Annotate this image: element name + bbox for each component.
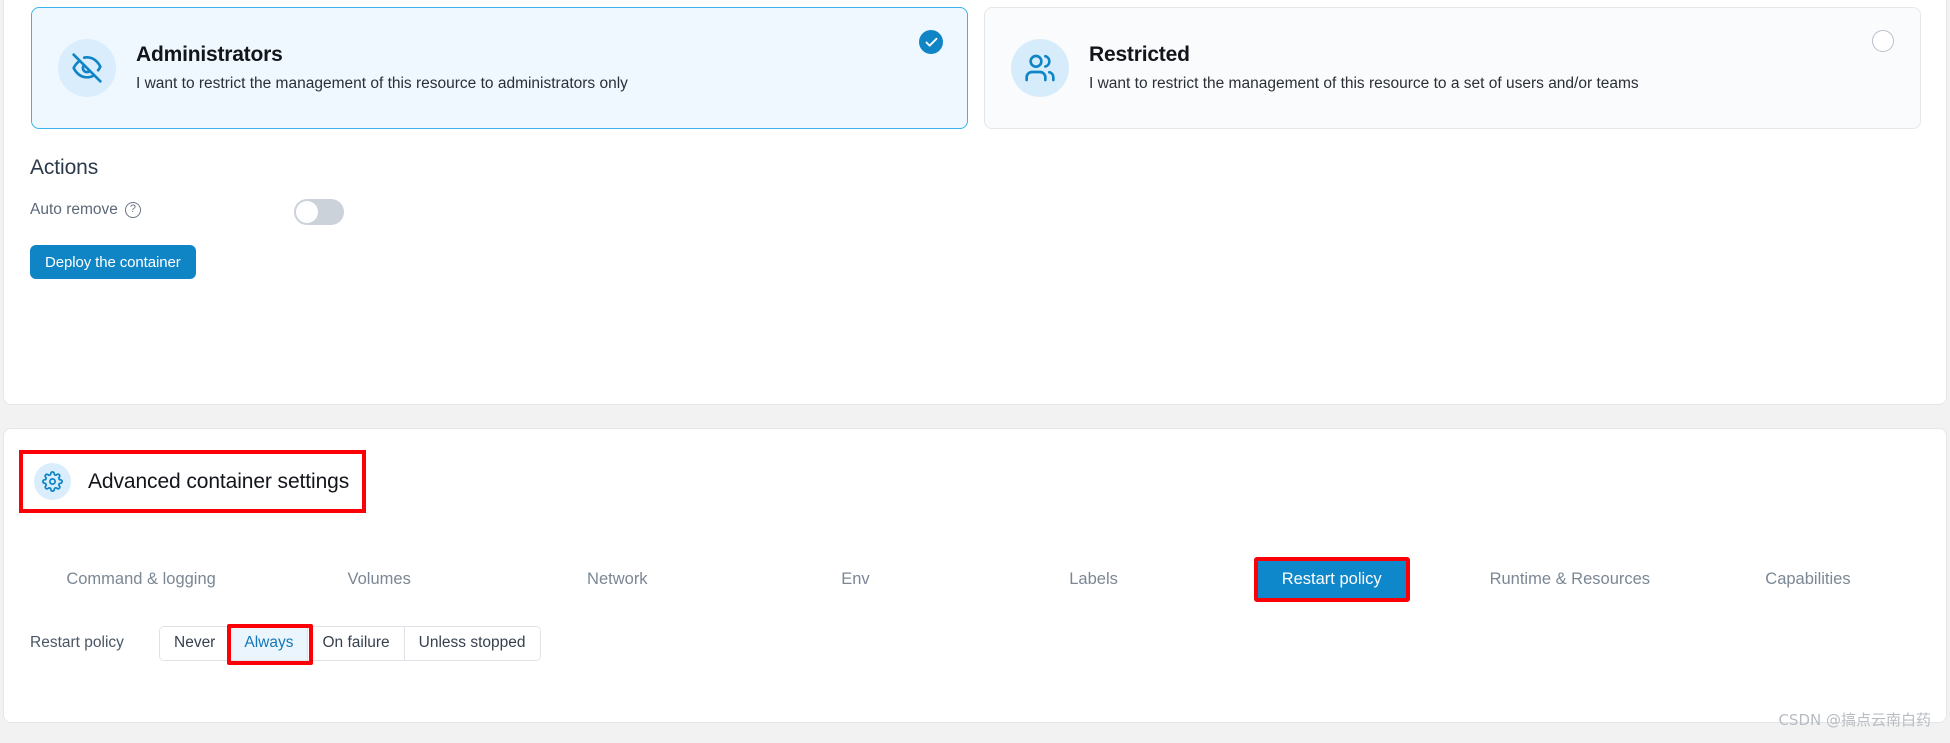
access-control-cards: Administrators I want to restrict the ma… xyxy=(31,7,1921,129)
radio-circle-icon xyxy=(1872,30,1894,52)
restart-option-always[interactable]: Always xyxy=(230,626,309,660)
access-card-description: I want to restrict the management of thi… xyxy=(136,74,628,92)
access-control-panel: Administrators I want to restrict the ma… xyxy=(3,0,1947,405)
restart-option-unless-stopped[interactable]: Unless stopped xyxy=(404,626,540,660)
auto-remove-label-group: Auto remove ? xyxy=(30,201,141,219)
restart-policy-segmented-control: Never Always On failure Unless stopped xyxy=(159,625,541,661)
tab-capabilities[interactable]: Capabilities xyxy=(1689,561,1927,598)
restart-policy-row: Restart policy Never Always On failure U… xyxy=(30,625,541,661)
access-card-administrators[interactable]: Administrators I want to restrict the ma… xyxy=(31,7,968,129)
tab-command-and-logging[interactable]: Command & logging xyxy=(22,561,260,598)
access-card-title: Restricted xyxy=(1089,43,1190,67)
access-card-restricted[interactable]: Restricted I want to restrict the manage… xyxy=(984,7,1921,129)
users-icon xyxy=(1011,39,1069,97)
tab-restart-policy[interactable]: Restart policy xyxy=(1213,556,1451,602)
watermark: CSDN @搞点云南白药 xyxy=(1778,711,1931,729)
question-mark-icon[interactable]: ? xyxy=(124,202,141,218)
access-card-title: Administrators xyxy=(136,43,283,67)
tab-network[interactable]: Network xyxy=(498,561,736,598)
restart-option-on-failure[interactable]: On failure xyxy=(308,626,405,660)
toggle-knob xyxy=(296,201,318,223)
radio-selected-administrators[interactable] xyxy=(919,30,943,54)
restart-policy-label: Restart policy xyxy=(30,634,124,651)
gear-icon xyxy=(34,463,71,500)
tab-env[interactable]: Env xyxy=(736,561,974,598)
actions-heading: Actions xyxy=(30,156,99,179)
access-card-text: Restricted I want to restrict the manage… xyxy=(1089,42,1639,93)
auto-remove-toggle[interactable] xyxy=(294,199,344,225)
advanced-settings-tabs: Command & logging Volumes Network Env La… xyxy=(22,551,1927,607)
access-card-description: I want to restrict the management of thi… xyxy=(1089,74,1639,92)
tab-volumes[interactable]: Volumes xyxy=(260,561,498,598)
check-circle-icon xyxy=(919,30,943,54)
auto-remove-row: Auto remove ? xyxy=(30,199,370,227)
access-card-text: Administrators I want to restrict the ma… xyxy=(136,42,628,93)
advanced-container-settings-title: Advanced container settings xyxy=(88,469,350,493)
tab-labels[interactable]: Labels xyxy=(975,561,1213,598)
radio-unselected-restricted[interactable] xyxy=(1872,30,1896,54)
advanced-container-settings-panel: Advanced container settings Command & lo… xyxy=(3,428,1947,723)
restart-option-never[interactable]: Never xyxy=(160,626,231,660)
eye-off-icon xyxy=(58,39,116,97)
advanced-container-settings-header[interactable]: Advanced container settings xyxy=(19,450,367,513)
auto-remove-label: Auto remove xyxy=(30,201,118,218)
tab-runtime-and-resources[interactable]: Runtime & Resources xyxy=(1451,561,1689,598)
deploy-the-container-button[interactable]: Deploy the container xyxy=(30,245,196,279)
